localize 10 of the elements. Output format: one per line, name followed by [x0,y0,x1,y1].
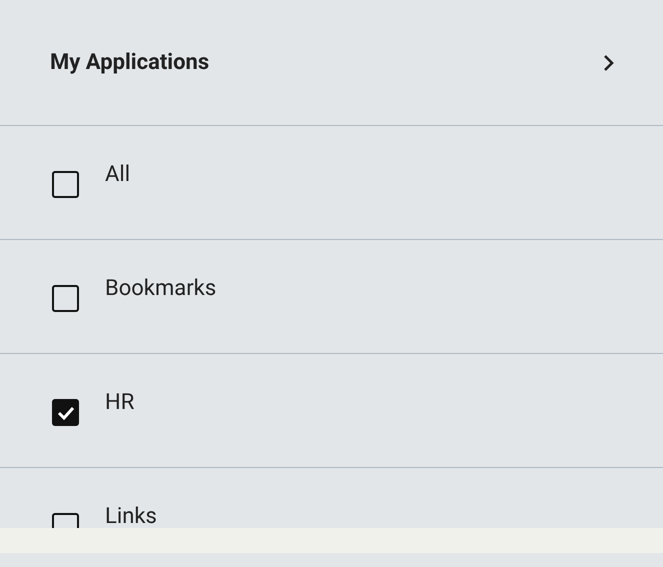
filter-label: HR [105,393,134,413]
checkbox[interactable] [52,171,79,198]
check-icon [56,406,74,420]
checkbox[interactable] [52,399,79,426]
filter-label: All [105,165,130,185]
filter-label: Bookmarks [105,279,216,299]
checkbox[interactable] [52,285,79,312]
filter-label: Links [105,507,157,527]
chevron-icon[interactable] [603,54,615,72]
panel-title: My Applications [50,49,210,77]
